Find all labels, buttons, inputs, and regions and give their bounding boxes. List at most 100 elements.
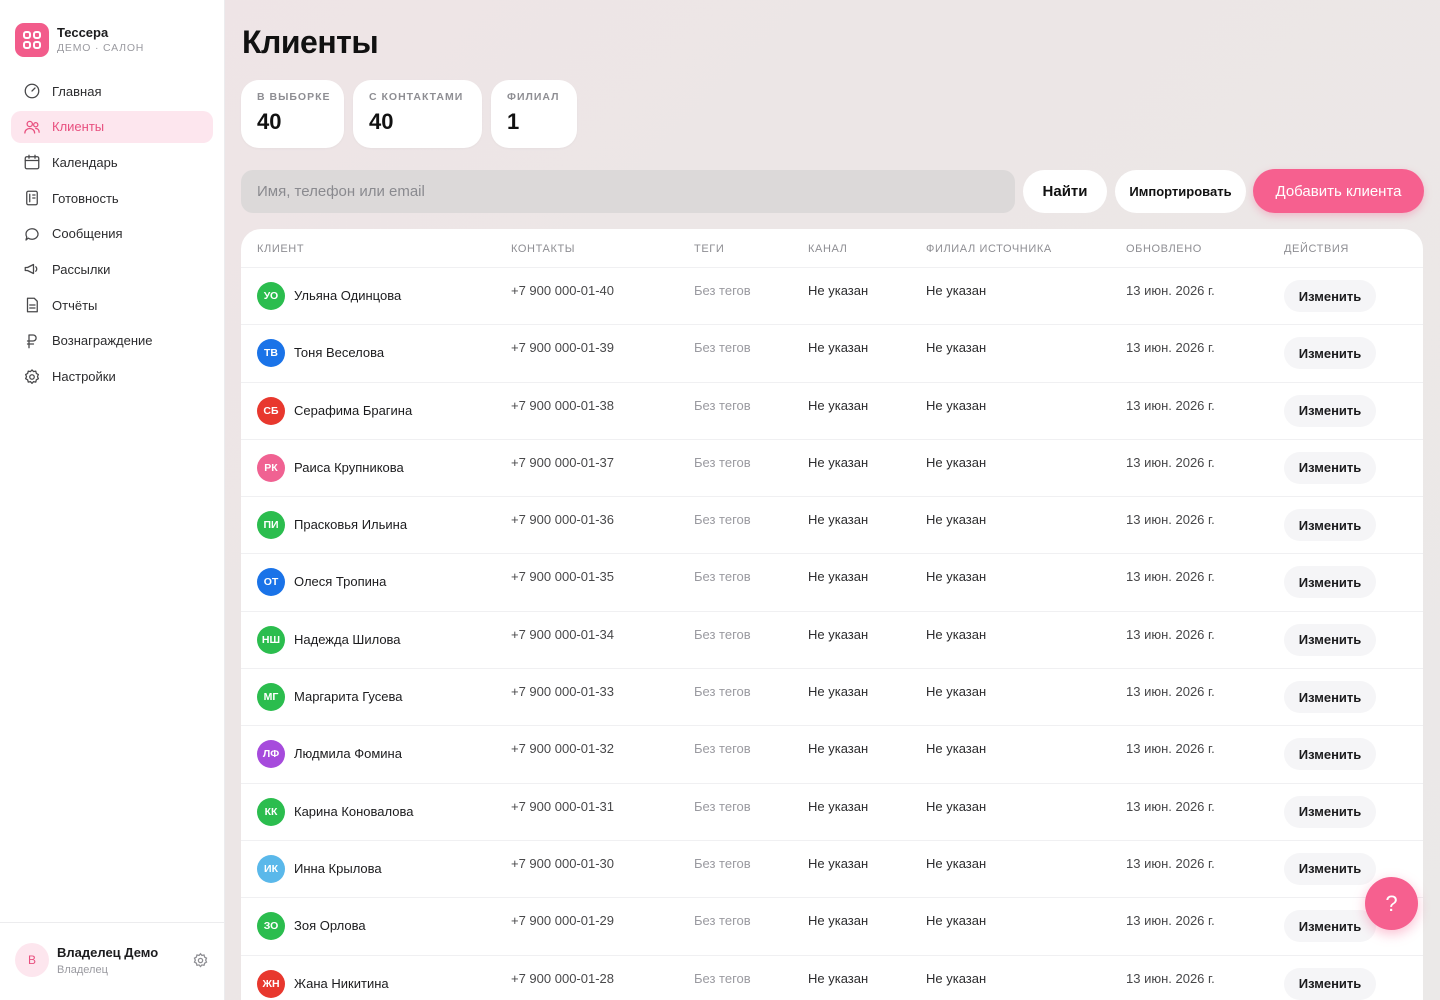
add-client-button[interactable]: Добавить клиента xyxy=(1253,169,1424,213)
client-name[interactable]: Прасковья Ильина xyxy=(294,517,407,532)
edit-client-button[interactable]: Изменить xyxy=(1284,681,1376,714)
column-header-updated[interactable]: ОБНОВЛЕНО xyxy=(1126,243,1202,255)
column-header-branch[interactable]: ФИЛИАЛ ИСТОЧНИКА xyxy=(926,243,1052,255)
client-tags: Без тегов xyxy=(694,626,751,642)
column-header-client[interactable]: КЛИЕНТ xyxy=(257,243,304,255)
client-tags: Без тегов xyxy=(694,913,751,929)
client-updated: 13 июн. 2026 г. xyxy=(1126,397,1215,413)
avatar[interactable]: В xyxy=(15,943,49,977)
column-header-contacts[interactable]: КОНТАКТЫ xyxy=(511,243,575,255)
table-row[interactable]: ПИ Прасковья Ильина +7 900 000-01-36 Без те… xyxy=(241,497,1423,555)
search-input[interactable] xyxy=(241,170,1015,213)
sidebar-item-3[interactable]: Готовность xyxy=(11,182,213,214)
table-row[interactable]: СБ Серафима Брагина +7 900 000-01-38 Без те… xyxy=(241,383,1423,440)
client-name[interactable]: Людмила Фомина xyxy=(294,746,402,761)
edit-client-button[interactable]: Изменить xyxy=(1284,451,1376,484)
sidebar: Тессера ДЕМО · САЛОН Главная Клиенты Кален… xyxy=(0,0,225,1000)
client-name[interactable]: Раиса Крупникова xyxy=(294,460,404,475)
stat-label: ФИЛИАЛ xyxy=(507,91,560,103)
client-updated: 13 июн. 2026 г. xyxy=(1126,454,1215,470)
client-name[interactable]: Маргарита Гусева xyxy=(294,689,403,704)
client-branch: Не указан xyxy=(926,283,987,298)
client-name[interactable]: Тоня Веселова xyxy=(294,345,384,360)
edit-client-button[interactable]: Изменить xyxy=(1284,337,1376,370)
table-row[interactable]: ЗО Зоя Орлова +7 900 000-01-29 Без тегов Не … xyxy=(241,898,1423,956)
stat-card-branch: ФИЛИАЛ 1 xyxy=(491,80,577,148)
client-channel: Не указан xyxy=(808,454,869,470)
client-phone: +7 900 000-01-31 xyxy=(511,798,615,814)
edit-client-button[interactable]: Изменить xyxy=(1284,738,1376,771)
sidebar-item-7[interactable]: Вознаграждение xyxy=(11,325,213,357)
user-role: Владелец xyxy=(57,964,108,976)
user-name: Владелец Демо xyxy=(57,945,159,960)
brand[interactable]: Тессера ДЕМО · САЛОН xyxy=(15,23,144,57)
client-updated: 13 июн. 2026 г. xyxy=(1126,340,1215,356)
client-name[interactable]: Серафима Брагина xyxy=(294,403,412,418)
column-header-channel[interactable]: КАНАЛ xyxy=(808,243,848,255)
client-branch: Не указан xyxy=(926,913,987,929)
client-name[interactable]: Зоя Орлова xyxy=(294,918,366,933)
avatar: ПИ xyxy=(257,511,285,540)
client-branch: Не указан xyxy=(926,741,987,757)
sidebar-item-5[interactable]: Рассылки xyxy=(11,253,213,285)
table-row[interactable]: КК Карина Коновалова +7 900 000-01-31 Без т… xyxy=(241,784,1423,841)
table-row[interactable]: РК Раиса Крупникова +7 900 000-01-37 Без те… xyxy=(241,440,1423,498)
edit-client-button[interactable]: Изменить xyxy=(1284,566,1376,599)
client-branch: Не указан xyxy=(926,397,987,413)
ruble-icon xyxy=(26,334,37,349)
stat-label: С КОНТАКТАМИ xyxy=(369,91,464,103)
table-row[interactable]: ТВ Тоня Веселова +7 900 000-01-39 Без тегов… xyxy=(241,325,1423,383)
edit-client-button[interactable]: Изменить xyxy=(1284,394,1376,427)
stat-value: 1 xyxy=(507,109,520,134)
edit-client-button[interactable]: Изменить xyxy=(1284,280,1376,312)
sidebar-item-6[interactable]: Отчёты xyxy=(11,289,213,321)
sidebar-item-1[interactable]: Клиенты xyxy=(11,110,213,143)
client-name[interactable]: Ульяна Одинцова xyxy=(294,288,401,303)
gauge-icon xyxy=(24,83,40,99)
edit-client-button[interactable]: Изменить xyxy=(1284,795,1376,828)
edit-client-button[interactable]: Изменить xyxy=(1284,509,1376,542)
sidebar-item-label: Отчёты xyxy=(52,297,98,313)
client-tags: Без тегов xyxy=(694,741,751,757)
user-panel: В Владелец Демо Владелец xyxy=(0,922,225,1000)
help-button[interactable]: ? xyxy=(1365,877,1418,930)
table-row[interactable]: ЖН Жана Никитина +7 900 000-01-28 Без тегов… xyxy=(241,956,1423,1000)
find-button[interactable]: Найти xyxy=(1023,170,1107,213)
gear-icon[interactable] xyxy=(192,952,209,969)
client-name[interactable]: Карина Коновалова xyxy=(294,804,413,819)
avatar: УО xyxy=(257,282,285,310)
sidebar-item-label: Клиенты xyxy=(52,119,105,135)
client-phone: +7 900 000-01-33 xyxy=(511,684,615,700)
import-button[interactable]: Импортировать xyxy=(1115,170,1246,213)
table-row[interactable]: МГ Маргарита Гусева +7 900 000-01-33 Без те… xyxy=(241,669,1423,727)
sidebar-item-2[interactable]: Календарь xyxy=(11,146,213,178)
table-row[interactable]: ИК Инна Крылова +7 900 000-01-30 Без тегов Н… xyxy=(241,841,1423,899)
sidebar-item-0[interactable]: Главная xyxy=(11,75,213,107)
client-name[interactable]: Инна Крылова xyxy=(294,861,382,876)
client-tags: Без тегов xyxy=(694,397,751,413)
client-phone: +7 900 000-01-38 xyxy=(511,397,615,413)
edit-client-button[interactable]: Изменить xyxy=(1284,910,1376,943)
checklist-icon xyxy=(26,190,38,206)
column-header-tags[interactable]: ТЕГИ xyxy=(694,243,724,255)
sidebar-item-8[interactable]: Настройки xyxy=(11,361,213,393)
edit-client-button[interactable]: Изменить xyxy=(1284,623,1376,656)
table-row[interactable]: УО Ульяна Одинцова +7 900 000-01-40 Без тег… xyxy=(241,268,1423,326)
edit-client-button[interactable]: Изменить xyxy=(1284,967,1376,1000)
avatar: РК xyxy=(257,453,285,482)
edit-client-button[interactable]: Изменить xyxy=(1284,852,1376,885)
client-channel: Не указан xyxy=(808,283,869,298)
avatar: ОТ xyxy=(257,568,285,597)
client-phone: +7 900 000-01-34 xyxy=(511,626,615,642)
client-name[interactable]: Жана Никитина xyxy=(294,976,389,991)
table-row[interactable]: ЛФ Людмила Фомина +7 900 000-01-32 Без тего… xyxy=(241,726,1423,784)
avatar: СБ xyxy=(257,396,285,425)
sidebar-item-4[interactable]: Сообщения xyxy=(11,218,213,250)
client-name[interactable]: Олеся Тропина xyxy=(294,574,386,589)
avatar: ЗО xyxy=(257,912,285,941)
avatar: НШ xyxy=(257,625,285,654)
table-row[interactable]: ОТ Олеся Тропина +7 900 000-01-35 Без тегов… xyxy=(241,554,1423,612)
client-name[interactable]: Надежда Шилова xyxy=(294,632,401,647)
stat-value: 40 xyxy=(369,109,394,134)
table-row[interactable]: НШ Надежда Шилова +7 900 000-01-34 Без тего… xyxy=(241,612,1423,670)
